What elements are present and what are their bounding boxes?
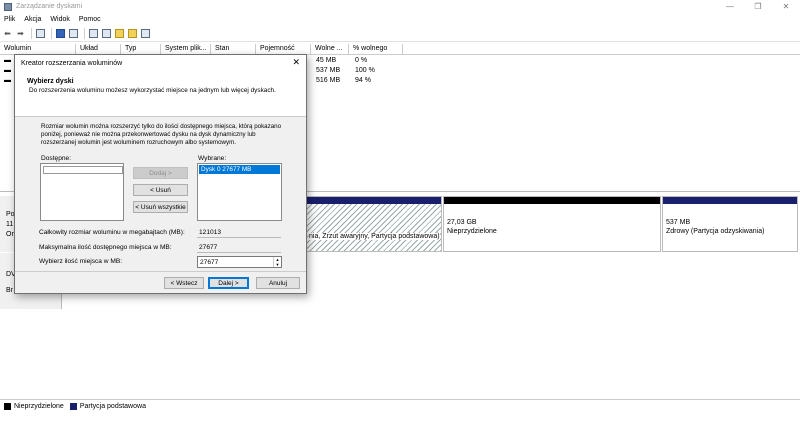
menu-item-widok[interactable]: Widok <box>50 16 69 23</box>
column-header-uklad[interactable]: Układ <box>76 44 121 54</box>
max-space-value: 27677 <box>197 243 281 253</box>
free-space-cell: 537 MB <box>316 67 341 74</box>
cancel-button[interactable]: Anuluj <box>256 277 300 289</box>
check-icon[interactable] <box>101 28 112 39</box>
toolbar: ⬅ ➡ <box>0 26 800 42</box>
view-icon[interactable] <box>140 28 151 39</box>
volume-icon: ▬ <box>4 57 11 64</box>
back-arrow-icon[interactable]: ⬅ <box>2 28 13 39</box>
close-icon[interactable]: ✕ <box>772 0 800 13</box>
selected-disk-item[interactable]: Dysk 0 27677 MB <box>199 165 280 174</box>
total-size-label: Całkowity rozmiar woluminu w megabajtach… <box>39 229 185 236</box>
max-space-label: Maksymalna ilość dostępnego miejsca w MB… <box>39 244 172 251</box>
column-header-typ[interactable]: Typ <box>121 44 161 54</box>
dialog-heading: Wybierz dyski <box>27 78 74 85</box>
maximize-icon[interactable]: ❐ <box>744 0 772 13</box>
percent-free-cell: 100 % <box>355 67 375 74</box>
info-text: Rozmiar wolumin można rozszerzyć tylko d… <box>41 123 282 146</box>
partition-status: Zdrowy (Partycja odzyskiwania) <box>666 228 765 235</box>
toolbar-separator <box>31 28 32 39</box>
dialog-body: Rozmiar wolumin można rozszerzyć tylko d… <box>15 117 306 272</box>
help-icon[interactable] <box>55 28 66 39</box>
legend-label: Partycja podstawowa <box>79 403 146 410</box>
spin-arrows-icon[interactable]: ▲ ▼ <box>273 257 281 267</box>
add-button[interactable]: Dodaj > <box>133 167 188 179</box>
folder-icon[interactable] <box>114 28 125 39</box>
properties-icon[interactable] <box>68 28 79 39</box>
toolbar-separator <box>84 28 85 39</box>
window-controls: — ❐ ✕ <box>716 0 800 13</box>
column-header-wolne[interactable]: Wolne ... <box>311 44 349 54</box>
connect-icon[interactable] <box>88 28 99 39</box>
dialog-title-bar: Kreator rozszerzania woluminów ✕ <box>15 55 306 71</box>
minimize-icon[interactable]: — <box>716 0 744 13</box>
partition-size: 537 MB <box>666 219 691 226</box>
partition-system[interactable]: nia, Zrzut awaryjny, Partycja podstawowa… <box>306 196 442 252</box>
available-label: Dostępne: <box>41 155 72 162</box>
selected-label: Wybrane: <box>198 155 227 162</box>
menu-item-plik[interactable]: Plik <box>4 16 15 23</box>
title-bar: Zarządzanie dyskami — ❐ ✕ <box>0 0 800 13</box>
free-space-cell: 516 MB <box>316 77 341 84</box>
column-header-procent-wolnego[interactable]: % wolnego <box>349 44 403 54</box>
dialog-header: Wybierz dyski Do rozszerzenia woluminu m… <box>15 71 306 117</box>
close-icon[interactable]: ✕ <box>292 58 300 67</box>
legend-swatch-primary <box>69 403 77 410</box>
remove-button[interactable]: < Usuń <box>133 184 188 196</box>
folder-new-icon[interactable] <box>127 28 138 39</box>
choose-space-stepper[interactable]: 27677 ▲ ▼ <box>197 256 282 268</box>
partition-label: nia, Zrzut awaryjny, Partycja podstawowa… <box>309 233 440 240</box>
volume-icon: ▬ <box>4 67 11 74</box>
selected-disks-list[interactable]: Dysk 0 27677 MB <box>197 163 282 221</box>
column-header-system-plikow[interactable]: System plik... <box>161 44 211 54</box>
column-header-stan[interactable]: Stan <box>211 44 256 54</box>
menu-item-akcja[interactable]: Akcja <box>24 16 41 23</box>
partition-type-bar <box>307 197 441 204</box>
partition-selected-hatch: nia, Zrzut awaryjny, Partycja podstawowa… <box>307 204 441 251</box>
next-button[interactable]: Dalej > <box>208 277 249 289</box>
choose-space-label: Wybierz ilość miejsca w MB: <box>39 258 123 265</box>
menu-item-pomoc[interactable]: Pomoc <box>79 16 101 23</box>
percent-free-cell: 0 % <box>355 57 368 64</box>
partition-type-bar <box>663 197 797 204</box>
free-space-cell: 45 MB <box>316 57 337 64</box>
available-disks-item[interactable] <box>43 166 123 174</box>
partition-unallocated[interactable]: 27,03 GB Nieprzydzielone <box>443 196 661 252</box>
volume-icon: ▬ <box>4 77 11 84</box>
window-title: Zarządzanie dyskami <box>16 3 83 10</box>
partition-status: Nieprzydzielone <box>447 228 497 235</box>
dialog-subheading: Do rozszerzenia woluminu możesz wykorzys… <box>29 87 276 94</box>
partition-recovery[interactable]: 537 MB Zdrowy (Partycja odzyskiwania) <box>662 196 798 252</box>
menu-bar: Plik Akcja Widok Pomoc <box>0 13 800 25</box>
dialog-title: Kreator rozszerzania woluminów <box>21 59 123 67</box>
dialog-footer: < Wstecz Dalej > Anuluj <box>15 271 306 293</box>
forward-arrow-icon[interactable]: ➡ <box>15 28 26 39</box>
total-size-value: 121013 <box>197 228 281 238</box>
legend-swatch-unallocated <box>4 403 11 410</box>
back-button[interactable]: < Wstecz <box>164 277 204 289</box>
column-header-pojemnosc[interactable]: Pojemność <box>256 44 311 54</box>
legend-label: Nieprzydzielone <box>14 403 64 410</box>
legend: Nieprzydzielone Partycja podstawowa <box>0 399 800 413</box>
console-tree-icon[interactable] <box>35 28 46 39</box>
disk-management-icon <box>4 2 12 11</box>
percent-free-cell: 94 % <box>355 77 371 84</box>
available-disks-list[interactable] <box>40 163 124 221</box>
partition-type-bar <box>444 197 660 204</box>
toolbar-separator <box>51 28 52 39</box>
column-header-wolumin[interactable]: Wolumin <box>0 44 76 54</box>
remove-all-button[interactable]: < Usuń wszystkie <box>133 201 188 213</box>
extend-volume-wizard: Kreator rozszerzania woluminów ✕ Wybierz… <box>14 54 307 294</box>
choose-space-value: 27677 <box>200 259 219 266</box>
partition-size: 27,03 GB <box>447 219 477 226</box>
